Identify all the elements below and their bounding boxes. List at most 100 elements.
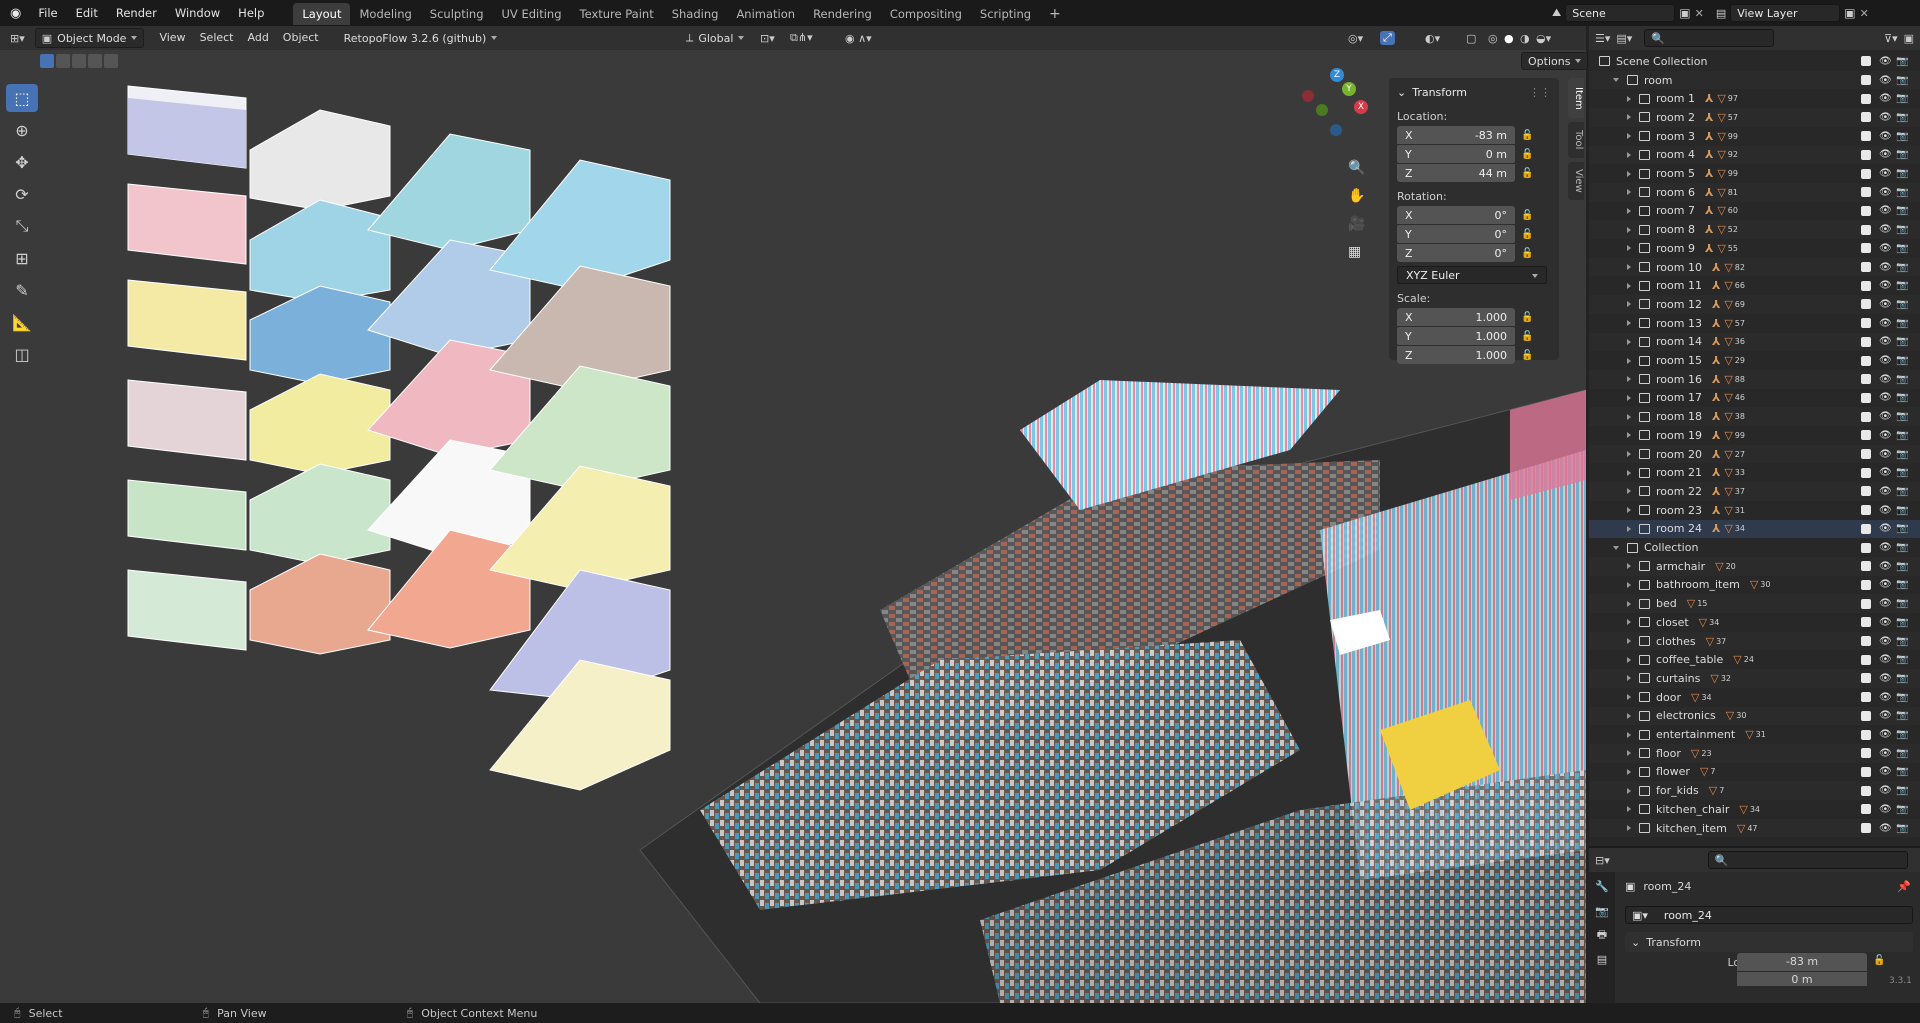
- outliner-item-asset[interactable]: bed ▽ 15 👁 📷: [1589, 594, 1920, 613]
- outliner-item-asset[interactable]: floor ▽ 23 👁 📷: [1589, 743, 1920, 763]
- rotation-x-field[interactable]: X 0°: [1397, 206, 1515, 224]
- outliner-item-asset[interactable]: kitchen_chair ▽ 34 👁 📷: [1589, 800, 1920, 819]
- camera-icon[interactable]: 📷: [1896, 131, 1908, 142]
- eye-icon[interactable]: 👁: [1879, 542, 1892, 553]
- scale-z-field[interactable]: Z 1.000: [1397, 346, 1515, 364]
- exclude-checkbox[interactable]: [1861, 411, 1871, 422]
- eye-icon[interactable]: 👁: [1879, 262, 1892, 273]
- scene-icon[interactable]: ⛰: [1552, 6, 1561, 20]
- menu-render[interactable]: Render: [107, 0, 166, 26]
- lock-icon[interactable]: 🔓: [1521, 149, 1533, 160]
- outliner-item-room[interactable]: room 11 ⅄ ▽ 66 👁 📷: [1589, 276, 1920, 295]
- expand-closed-icon[interactable]: [1627, 787, 1631, 794]
- exclude-checkbox[interactable]: [1861, 561, 1871, 572]
- 3d-viewport[interactable]: Options ⬚ ⊕ ✥ ⟳ ⤡ ⊞ ✎ 📐 ◫ Z Y X 🔍 ✋ 🎥 ▦ …: [0, 50, 1589, 1003]
- delete-scene-icon[interactable]: ✕: [1695, 7, 1704, 20]
- eye-icon[interactable]: 👁: [1879, 729, 1892, 740]
- outliner-item-room[interactable]: room 7 ⅄ ▽ 60 👁 📷: [1589, 202, 1920, 221]
- eye-icon[interactable]: 👁: [1879, 243, 1892, 254]
- expand-closed-icon[interactable]: [1627, 712, 1631, 719]
- camera-icon[interactable]: 📷: [1896, 411, 1908, 422]
- camera-icon[interactable]: 📷: [1896, 149, 1908, 160]
- eye-icon[interactable]: 👁: [1879, 449, 1892, 460]
- expand-closed-icon[interactable]: [1627, 619, 1631, 626]
- camera-icon[interactable]: 📷: [1896, 430, 1908, 441]
- navigation-gizmo[interactable]: Z Y X: [1300, 68, 1380, 148]
- gizmo-neg-z[interactable]: [1330, 124, 1342, 136]
- expand-closed-icon[interactable]: [1627, 151, 1631, 158]
- eye-icon[interactable]: 👁: [1879, 579, 1892, 590]
- eye-icon[interactable]: 👁: [1879, 299, 1892, 310]
- eye-icon[interactable]: 👁: [1879, 804, 1892, 815]
- exclude-checkbox[interactable]: [1861, 149, 1871, 160]
- shading-material-icon[interactable]: ◑: [1520, 32, 1530, 45]
- scale-icon[interactable]: ⤡: [6, 212, 38, 240]
- camera-icon[interactable]: 📷: [1896, 486, 1908, 497]
- eye-icon[interactable]: 👁: [1879, 505, 1892, 516]
- camera-icon[interactable]: 📷: [1896, 168, 1908, 179]
- outliner-item-room[interactable]: room 4 ⅄ ▽ 92 👁 📷: [1589, 145, 1920, 165]
- tab-modeling[interactable]: Modeling: [350, 3, 420, 25]
- camera-icon[interactable]: 📷: [1896, 224, 1908, 235]
- camera-icon[interactable]: 📷: [1896, 654, 1908, 665]
- camera-icon[interactable]: 📷: [1896, 187, 1908, 198]
- exclude-checkbox[interactable]: [1861, 654, 1871, 665]
- outliner-item-room[interactable]: room 8 ⅄ ▽ 52 👁 📷: [1589, 220, 1920, 239]
- menu-help[interactable]: Help: [229, 0, 273, 26]
- outliner-item-asset[interactable]: clothes ▽ 37 👁 📷: [1589, 631, 1920, 651]
- expand-closed-icon[interactable]: [1627, 469, 1631, 476]
- eye-icon[interactable]: 👁: [1879, 598, 1892, 609]
- exclude-checkbox[interactable]: [1861, 673, 1871, 684]
- collapse-chevron-icon[interactable]: ⌄: [1397, 86, 1406, 99]
- editor-type-icon[interactable]: ⊟▾: [1595, 854, 1610, 867]
- exclude-checkbox[interactable]: [1861, 542, 1871, 553]
- properties-search-input[interactable]: 🔍: [1707, 851, 1908, 869]
- delete-view-layer-icon[interactable]: ✕: [1860, 7, 1869, 20]
- tab-compositing[interactable]: Compositing: [881, 3, 971, 25]
- editor-type-icon[interactable]: ⊞▾: [0, 32, 31, 45]
- pin-icon[interactable]: 📌: [1897, 880, 1911, 893]
- eye-icon[interactable]: 👁: [1879, 411, 1892, 422]
- eye-icon[interactable]: 👁: [1879, 467, 1892, 478]
- camera-icon[interactable]: 📷: [1896, 374, 1908, 385]
- camera-icon[interactable]: 📷: [1896, 318, 1908, 329]
- expand-closed-icon[interactable]: [1627, 301, 1631, 308]
- camera-icon[interactable]: 📷: [1896, 729, 1908, 740]
- outliner-item-room[interactable]: room 10 ⅄ ▽ 82 👁 📷: [1589, 257, 1920, 277]
- camera-icon[interactable]: 📷: [1896, 75, 1908, 86]
- outliner-item-asset[interactable]: armchair ▽ 20 👁 📷: [1589, 556, 1920, 576]
- expand-closed-icon[interactable]: [1627, 656, 1631, 663]
- outliner-item-room[interactable]: room 1 ⅄ ▽ 97 👁 📷: [1589, 89, 1920, 108]
- filter-icon[interactable]: ⊽▾: [1884, 32, 1898, 45]
- add-workspace-button[interactable]: +: [1040, 3, 1070, 25]
- eye-icon[interactable]: 👁: [1879, 561, 1892, 572]
- exclude-checkbox[interactable]: [1861, 636, 1871, 647]
- scene-selector[interactable]: Scene: [1565, 4, 1676, 22]
- expand-closed-icon[interactable]: [1627, 507, 1631, 514]
- exclude-checkbox[interactable]: [1861, 617, 1871, 628]
- outliner-item-room[interactable]: room 14 ⅄ ▽ 36 👁 📷: [1589, 332, 1920, 352]
- annotate-icon[interactable]: ✎: [6, 276, 38, 304]
- tool-tab-icon[interactable]: 🔧: [1589, 880, 1615, 893]
- eye-icon[interactable]: 👁: [1879, 654, 1892, 665]
- select-box-icon[interactable]: ⬚: [6, 84, 38, 112]
- eye-icon[interactable]: 👁: [1879, 112, 1892, 123]
- eye-icon[interactable]: 👁: [1879, 224, 1892, 235]
- outliner-item-asset[interactable]: bathroom_item ▽ 30 👁 📷: [1589, 576, 1920, 595]
- new-scene-icon[interactable]: ▣: [1679, 6, 1690, 20]
- render-tab-icon[interactable]: 📷: [1589, 905, 1615, 918]
- camera-icon[interactable]: 📷: [1896, 804, 1908, 815]
- eye-icon[interactable]: 👁: [1879, 748, 1892, 759]
- expand-closed-icon[interactable]: [1627, 226, 1631, 233]
- cursor-icon[interactable]: ⊕: [6, 116, 38, 144]
- expand-closed-icon[interactable]: [1627, 768, 1631, 775]
- eye-icon[interactable]: 👁: [1879, 168, 1892, 179]
- transform-orientation-dropdown[interactable]: ⟂ Global: [680, 28, 750, 48]
- lock-icon[interactable]: 🔓: [1521, 229, 1533, 240]
- exclude-checkbox[interactable]: [1861, 205, 1871, 216]
- expand-closed-icon[interactable]: [1627, 170, 1631, 177]
- expand-closed-icon[interactable]: [1627, 750, 1631, 757]
- eye-icon[interactable]: 👁: [1879, 785, 1892, 796]
- lock-icon[interactable]: 🔓: [1521, 312, 1533, 323]
- outliner-item-room[interactable]: room 13 ⅄ ▽ 57 👁 📷: [1589, 314, 1920, 333]
